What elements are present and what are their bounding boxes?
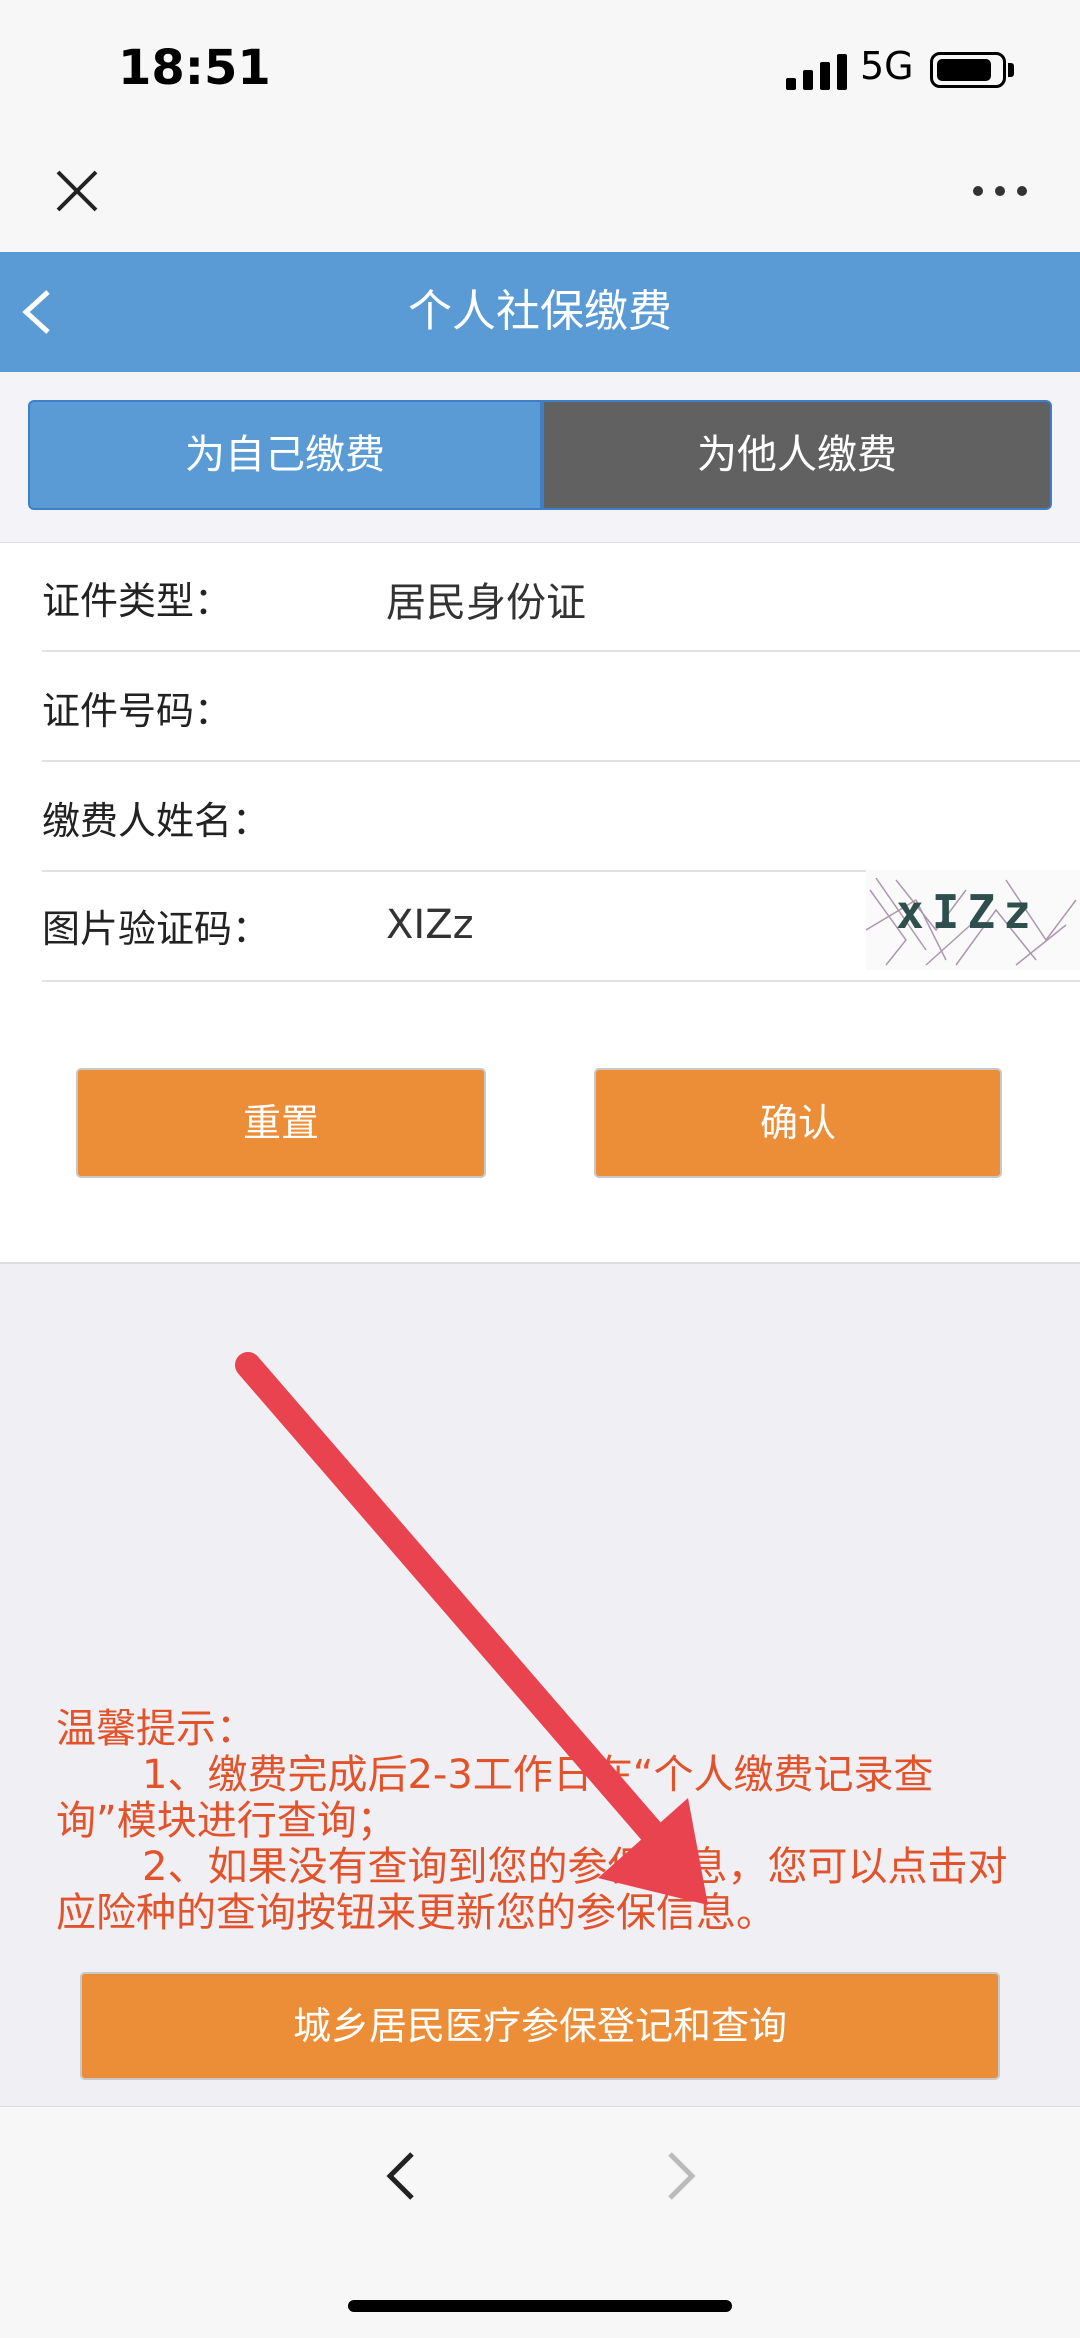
reset-button[interactable]: 重置 [76,1068,486,1178]
captcha-input[interactable]: XIZz [386,902,474,948]
page-title: 个人社保缴费 [408,286,672,337]
tips-title: 温馨提示： [56,1706,256,1752]
captcha-image[interactable]: xIZz [866,870,1080,970]
tab-pay-for-self[interactable]: 为自己缴费 [28,400,542,510]
id-number-input[interactable] [386,680,686,728]
tips-section: 温馨提示： 1、缴费完成后2-3工作日在“个人缴费记录查询”模块进行查询； 2、… [56,1706,1026,1936]
more-options-icon[interactable] [970,176,1030,206]
home-indicator [348,2300,732,2312]
confirm-button[interactable]: 确认 [594,1068,1002,1178]
id-number-label: 证件号码： [42,689,233,733]
cellular-signal-icon [786,54,847,90]
id-type-select[interactable]: 居民身份证 [386,570,586,628]
captcha-noise-graphic: xIZz [866,877,1077,966]
battery-tip [1008,63,1014,77]
tab-pay-for-others[interactable]: 为他人缴费 [542,400,1052,510]
network-type: 5G [860,44,914,88]
battery-icon [930,52,1006,88]
close-icon[interactable] [52,166,102,216]
medical-insurance-query-button[interactable]: 城乡居民医疗参保登记和查询 [80,1972,1000,2080]
tip-item-2: 2、如果没有查询到您的参保信息，您可以点击对应险种的查询按钮来更新您的参保信息。 [56,1844,1008,1936]
browser-top-bar [0,0,1080,252]
divider [42,650,1080,652]
divider [42,980,1080,982]
tip-item-1: 1、缴费完成后2-3工作日在“个人缴费记录查询”模块进行查询； [56,1752,934,1844]
divider [42,760,1080,762]
id-type-label: 证件类型： [42,579,233,623]
captcha-label: 图片验证码： [42,907,271,951]
nav-forward-icon[interactable] [662,2146,702,2206]
captcha-text: xIZz [896,885,1039,939]
payer-name-input[interactable] [386,790,686,838]
payer-name-label: 缴费人姓名： [42,799,271,843]
back-arrow-icon[interactable] [14,286,58,338]
status-time: 18:51 [118,40,271,96]
nav-back-icon[interactable] [380,2146,420,2206]
